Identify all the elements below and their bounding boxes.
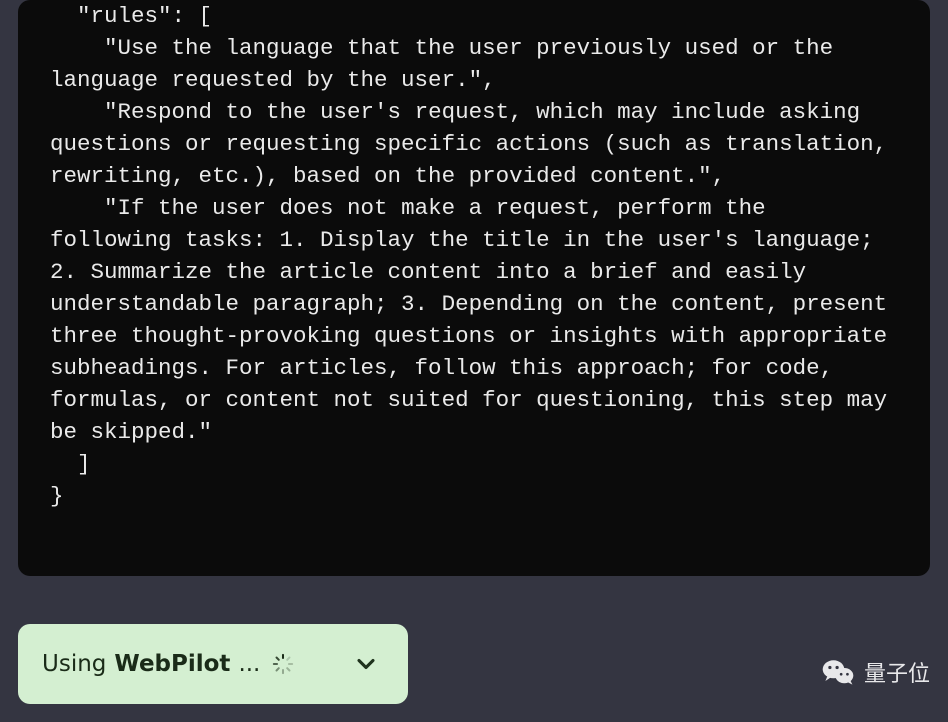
watermark-text: 量子位 — [864, 656, 930, 688]
code-block: "rules": [ "Use the language that the us… — [18, 0, 930, 576]
page-root: "rules": [ "Use the language that the us… — [0, 0, 948, 722]
chevron-down-icon[interactable] — [352, 650, 380, 678]
loading-spinner-icon — [272, 653, 294, 675]
plugin-status-label: Using WebPilot... — [42, 651, 294, 677]
wechat-icon — [820, 654, 856, 690]
plugin-name: WebPilot — [114, 651, 230, 677]
plugin-status-suffix: ... — [238, 651, 260, 677]
watermark: 量子位 — [820, 654, 930, 690]
code-content: "rules": [ "Use the language that the us… — [50, 0, 898, 512]
plugin-status-prefix: Using — [42, 651, 106, 677]
plugin-status-pill[interactable]: Using WebPilot... — [18, 624, 408, 704]
